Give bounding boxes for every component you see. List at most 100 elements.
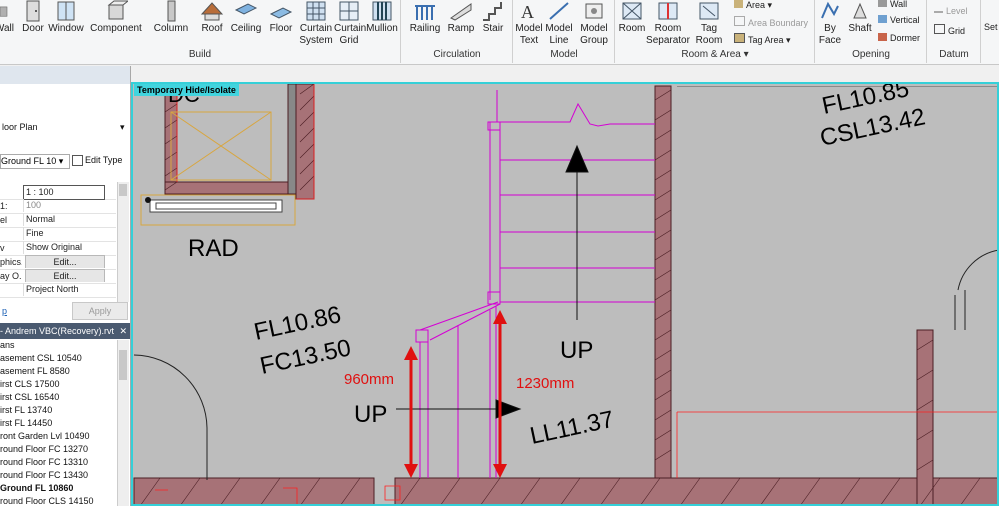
grid-button[interactable]: Grid	[934, 24, 965, 36]
ramp-icon	[450, 3, 472, 21]
wall-opening-icon	[878, 0, 887, 7]
column-button[interactable]: Column	[152, 0, 190, 48]
roof-button[interactable]: Roof	[198, 0, 226, 48]
curtain-system-button[interactable]: Curtain System	[298, 0, 334, 48]
tree-item[interactable]: ront Garden Lvl 10490	[0, 431, 90, 441]
properties-help-link[interactable]: p	[2, 306, 7, 316]
property-value[interactable]: Fine	[23, 227, 118, 240]
level-button[interactable]: Level	[934, 6, 968, 16]
curtain-grid-button[interactable]: Curtain Grid	[334, 0, 366, 48]
ceiling-icon	[234, 3, 258, 15]
column-icon	[167, 0, 176, 22]
wall	[164, 181, 296, 195]
door-icon	[26, 0, 40, 22]
dormer-icon	[878, 33, 887, 41]
graphics-edit-button[interactable]: Edit...	[25, 255, 105, 268]
wall	[916, 329, 934, 506]
shaft-button[interactable]: Shaft	[846, 0, 874, 48]
property-row: ay O...Edit...	[0, 269, 116, 284]
panel-title-opening: Opening	[852, 49, 890, 60]
property-value[interactable]: 1 : 100	[23, 185, 105, 200]
room-separator-button[interactable]: Room Separator	[646, 0, 690, 48]
stair-button[interactable]: Stair	[478, 0, 508, 48]
set-work-plane-button[interactable]: Set	[984, 22, 998, 32]
model-line-button[interactable]: Model Line	[544, 0, 574, 48]
ceiling-button[interactable]: Ceiling	[230, 0, 262, 48]
mullion-button[interactable]: Mullion	[366, 0, 398, 48]
scrollbar-thumb[interactable]	[119, 350, 127, 380]
room-button[interactable]: Room	[616, 0, 648, 48]
tree-item[interactable]: round Floor FC 13270	[0, 444, 88, 454]
by-face-button[interactable]: By Face	[816, 0, 844, 48]
wall-opening-button[interactable]: Wall	[878, 0, 907, 9]
tag-area-icon	[734, 33, 745, 43]
project-browser-header: - Andrem VBC(Recovery).rvt ✕	[0, 323, 130, 339]
door-button[interactable]: Door	[20, 0, 46, 48]
property-row: el Normal	[0, 213, 116, 228]
property-value[interactable]: Normal	[23, 213, 118, 226]
tree-item[interactable]: asement CSL 10540	[0, 353, 82, 363]
railing-icon	[415, 5, 435, 20]
apply-button[interactable]: Apply	[72, 302, 128, 320]
wall	[287, 83, 297, 195]
tree-item[interactable]: round Floor FC 13310	[0, 457, 88, 467]
tree-item[interactable]: irst FL 14450	[0, 418, 52, 428]
property-row: phics...Edit...	[0, 255, 116, 270]
wall	[133, 477, 375, 506]
room-separator-icon	[658, 2, 678, 20]
by-face-icon	[821, 1, 839, 19]
wall-button[interactable]: Wall	[0, 0, 14, 48]
vertical-opening-icon	[878, 15, 887, 23]
tree-item-active[interactable]: Ground FL 10860	[0, 483, 73, 493]
ramp-button[interactable]: Ramp	[446, 0, 476, 48]
scrollbar-thumb[interactable]	[119, 184, 127, 196]
rad-label: RAD	[188, 235, 239, 262]
stair-icon	[483, 2, 502, 21]
tree-item[interactable]: irst CSL 16540	[0, 392, 59, 402]
area-button[interactable]: Area ▾	[734, 0, 772, 11]
window-button[interactable]: Window	[48, 0, 84, 48]
vertical-opening-button[interactable]: Vertical	[878, 15, 920, 25]
tag-room-button[interactable]: Tag Room	[692, 0, 726, 48]
railing-button[interactable]: Railing	[408, 0, 442, 48]
view-select[interactable]: Ground FL 10 ▾	[0, 154, 70, 169]
browser-scrollbar[interactable]	[117, 340, 129, 506]
model-text-button[interactable]: A Model Text	[514, 0, 544, 48]
mullion-icon	[372, 1, 392, 21]
panel-separator	[512, 0, 513, 63]
tag-area-button[interactable]: Tag Area ▾	[734, 33, 791, 46]
property-row: v Show Original	[0, 241, 116, 256]
floor-button[interactable]: Floor	[266, 0, 296, 48]
panel-title-room-area: Room & Area ▾	[681, 49, 749, 60]
component-button[interactable]: Component	[90, 0, 142, 48]
model-group-button[interactable]: Model Group	[576, 0, 612, 48]
tree-item[interactable]: asement FL 8580	[0, 366, 70, 376]
type-selector-arrow[interactable]: ▾	[120, 122, 125, 133]
area-boundary-button[interactable]: Area Boundary	[734, 16, 808, 28]
tree-item[interactable]: irst FL 13740	[0, 405, 52, 415]
dormer-button[interactable]: Dormer	[878, 33, 920, 43]
close-icon[interactable]: ✕	[119, 323, 127, 339]
edit-type-button[interactable]: Edit Type	[72, 155, 122, 167]
property-value[interactable]: Project North	[23, 283, 118, 296]
drawing-canvas[interactable]: DC RAD FL10.86 FC13.50 UP UP LL11.37 FL1…	[131, 82, 999, 506]
tree-item[interactable]: irst CLS 17500	[0, 379, 60, 389]
tag-room-icon	[699, 2, 719, 20]
tree-item[interactable]: ans	[0, 340, 15, 350]
landing-level-label: LL11.37	[528, 406, 617, 450]
properties-scrollbar[interactable]	[117, 182, 129, 302]
svg-text:A: A	[521, 2, 534, 22]
panel-title-build: Build	[188, 49, 212, 60]
display-options-edit-button[interactable]: Edit...	[25, 269, 105, 282]
floor-plan-drawing: DC RAD FL10.86 FC13.50 UP UP LL11.37 FL1…	[133, 82, 999, 506]
wall	[654, 85, 672, 483]
project-browser-title: - Andrem VBC(Recovery).rvt	[0, 326, 115, 336]
door-swing-arc	[133, 354, 208, 429]
tree-item[interactable]: round Floor FC 13430	[0, 470, 88, 480]
panel-separator	[926, 0, 927, 63]
properties-grid: 1 : 100 1: 100 el Normal Fine v Show Origin…	[0, 171, 118, 298]
property-value[interactable]: Show Original	[23, 241, 118, 254]
up-label: UP	[560, 337, 593, 364]
tree-item[interactable]: round Floor CLS 14150	[0, 496, 94, 506]
wall-icon	[0, 6, 8, 17]
